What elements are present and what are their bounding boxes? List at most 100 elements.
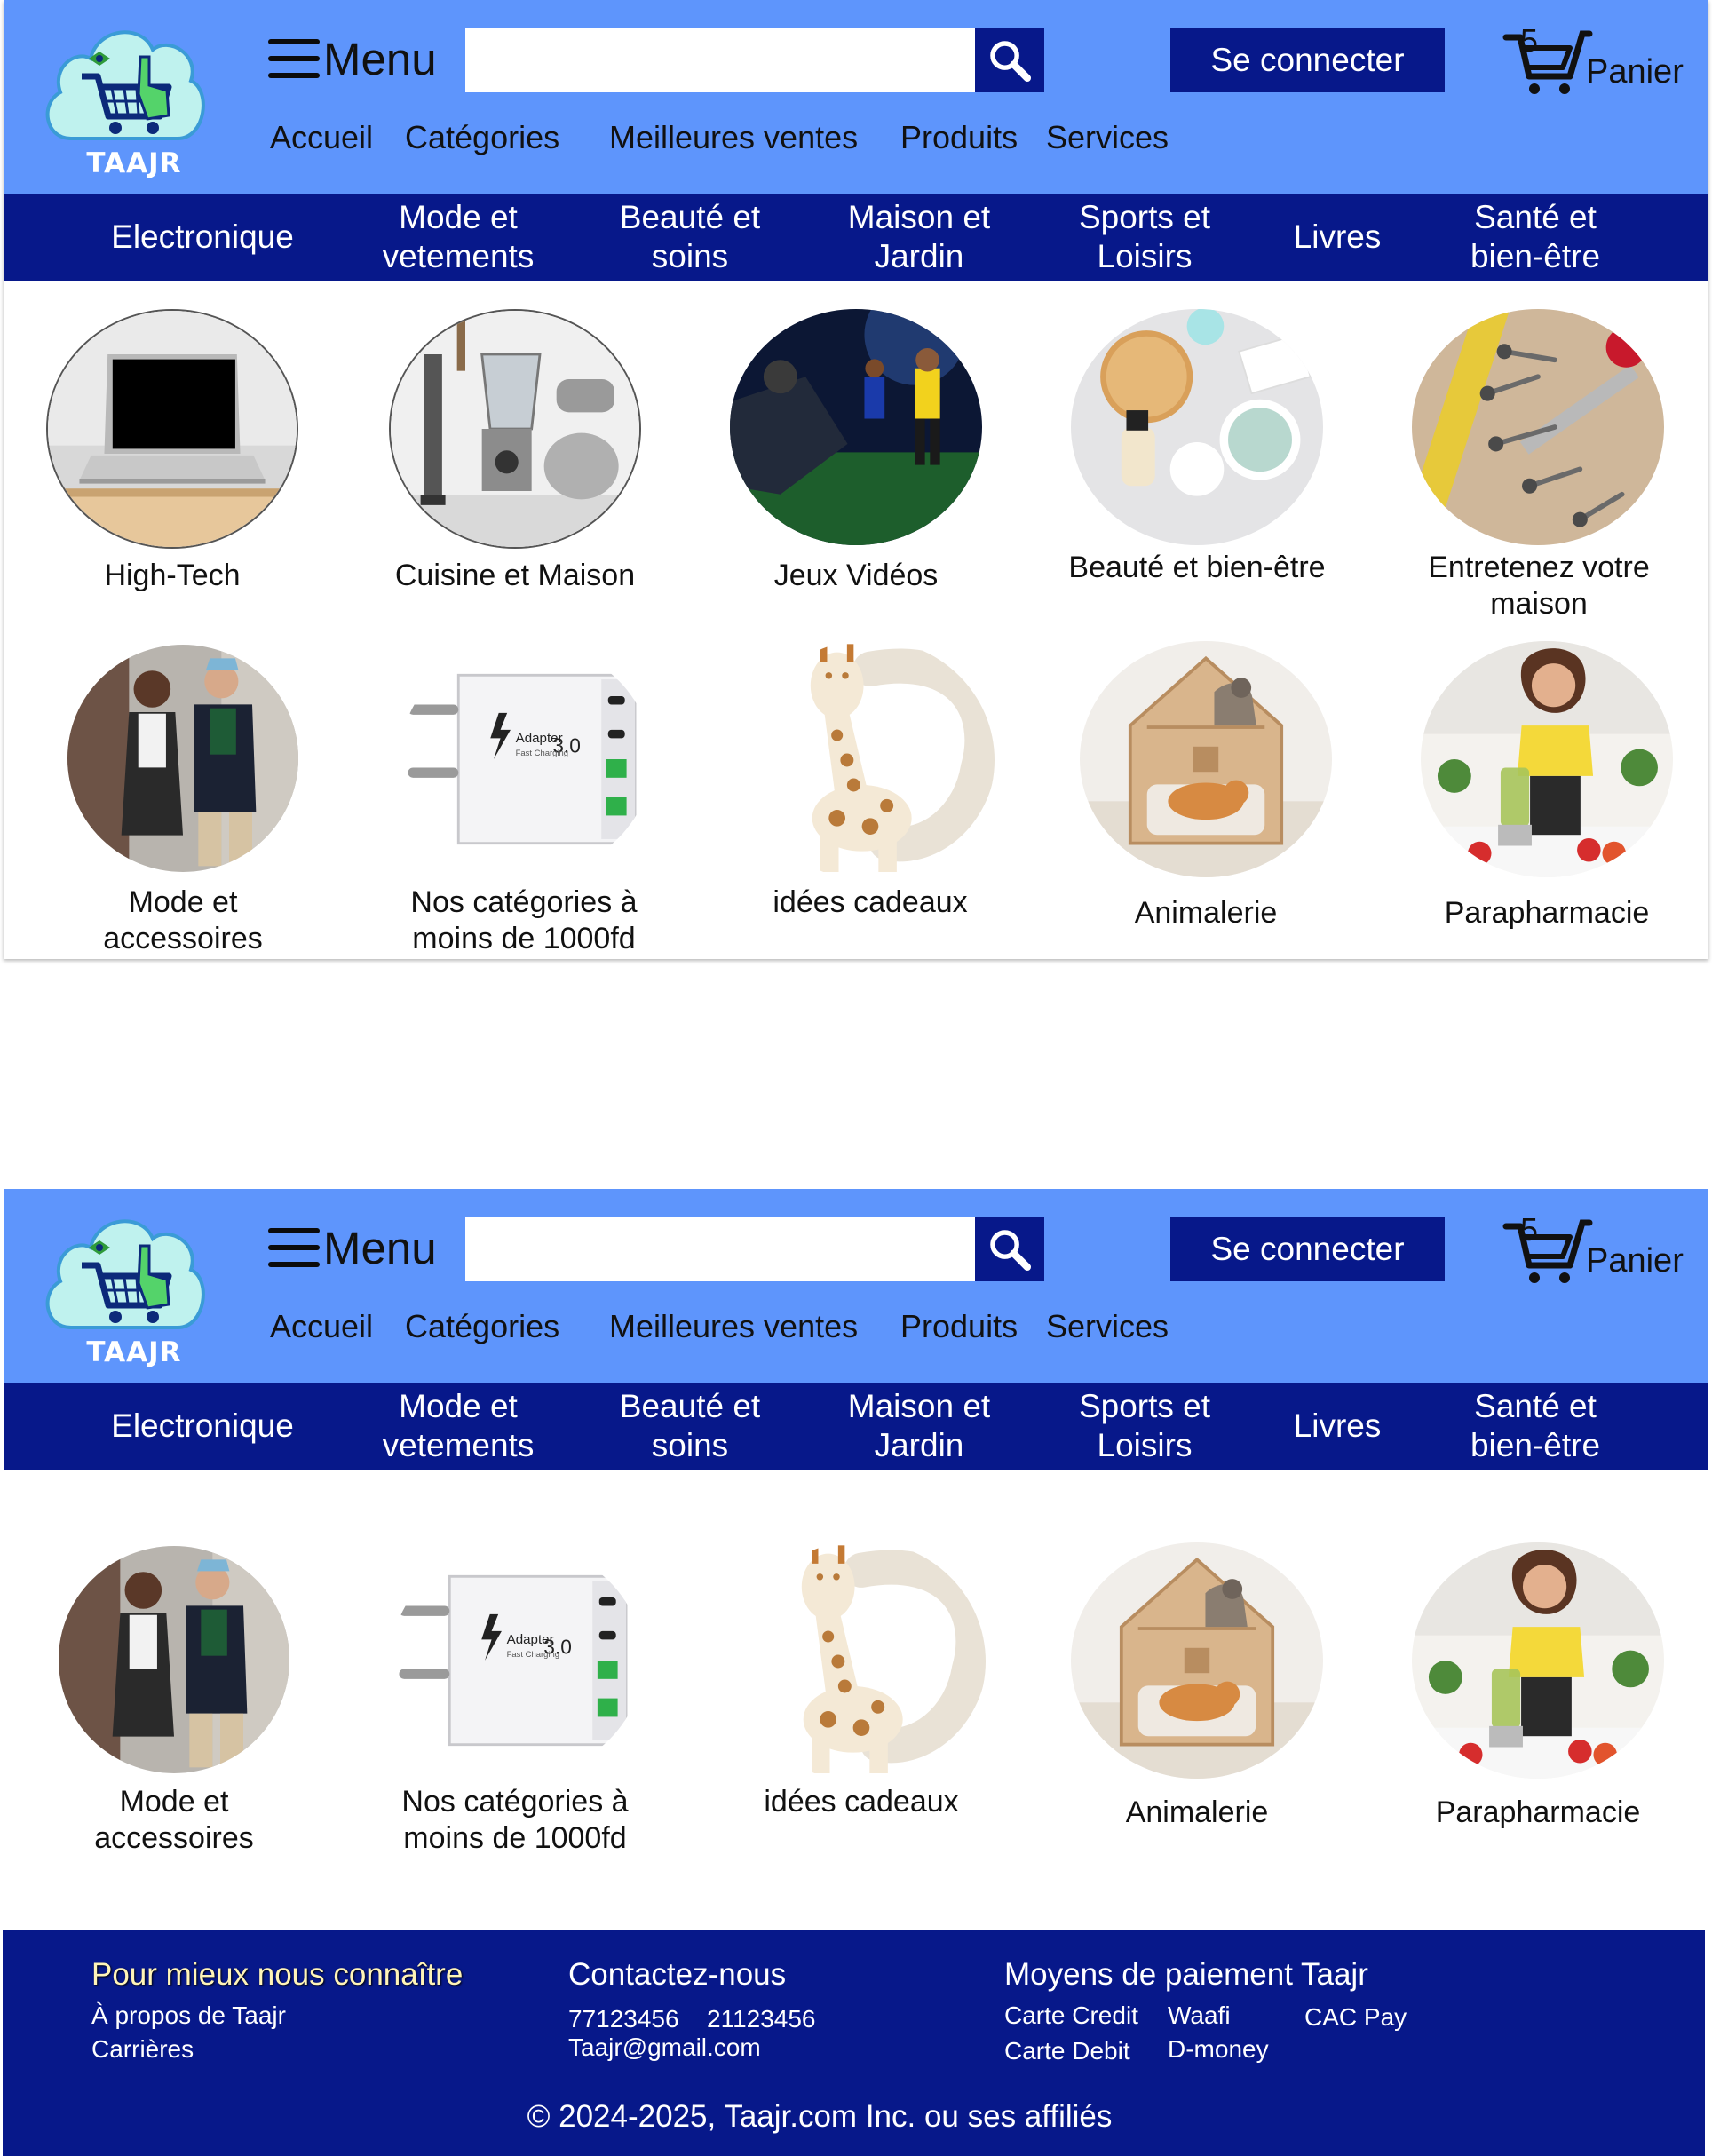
category-label-cuisine-maison[interactable]: Cuisine et Maison bbox=[382, 558, 648, 594]
category-label-parapharmacie[interactable]: Parapharmacie bbox=[1414, 895, 1680, 931]
category-mode-vetements[interactable]: Mode et vetements bbox=[361, 1383, 556, 1470]
category-maison-jardin[interactable]: Maison et Jardin bbox=[835, 194, 1003, 281]
footer-contact-title: Contactez-nous bbox=[568, 1957, 787, 1992]
nav-produits[interactable]: Produits bbox=[900, 119, 1018, 156]
category-label-mode-accessoires[interactable]: Mode et accessoires bbox=[50, 884, 316, 957]
search-input[interactable] bbox=[465, 28, 975, 92]
payment-carte-debit: Carte Debit bbox=[1004, 2037, 1130, 2065]
category-bar: Electronique Mode et vetements Beauté et… bbox=[4, 194, 1708, 281]
category-livres[interactable]: Livres bbox=[1275, 194, 1399, 281]
charger-image[interactable]: Adapter 3.0 Fast Charging bbox=[391, 1544, 643, 1777]
search-icon bbox=[984, 35, 1035, 86]
cosmetics-image[interactable] bbox=[1071, 309, 1323, 545]
category-sports-loisirs[interactable]: Sports et Loisirs bbox=[1062, 194, 1227, 281]
giraffe-toy-image[interactable] bbox=[737, 1541, 986, 1782]
menu-button[interactable]: Menu bbox=[268, 1219, 437, 1276]
category-label-idees-cadeaux[interactable]: idées cadeaux bbox=[737, 1784, 986, 1820]
category-label-parapharmacie[interactable]: Parapharmacie bbox=[1405, 1795, 1671, 1831]
category-maison-jardin[interactable]: Maison et Jardin bbox=[835, 1383, 1003, 1470]
footer-copyright: © 2024-2025, Taajr.com Inc. ou ses affil… bbox=[527, 2099, 1113, 2134]
category-label-entretenez-maison[interactable]: Entretenez votre maison bbox=[1401, 550, 1676, 622]
laptop-image[interactable] bbox=[46, 309, 298, 549]
category-electronique[interactable]: Electronique bbox=[92, 194, 313, 281]
smoothie-woman-image[interactable] bbox=[1421, 641, 1673, 877]
site-header: TAAJR Menu Se connecter 5 Panier Accueil… bbox=[4, 0, 1708, 194]
search-icon bbox=[984, 1224, 1035, 1275]
hamburger-icon bbox=[268, 1228, 320, 1267]
nav-categories[interactable]: Catégories bbox=[405, 119, 559, 156]
footer-phone-1: 77123456 bbox=[568, 2005, 679, 2033]
fashion-couple-image[interactable] bbox=[67, 645, 298, 872]
charger-image[interactable]: Adapter 3.0 Fast Charging bbox=[400, 643, 652, 876]
taajr-logo[interactable]: TAAJR bbox=[36, 1194, 213, 1372]
signin-button[interactable]: Se connecter bbox=[1170, 28, 1445, 92]
payment-carte-credit: Carte Credit bbox=[1004, 2001, 1138, 2029]
nav-accueil[interactable]: Accueil bbox=[270, 1308, 373, 1345]
nav-meilleures-ventes[interactable]: Meilleures ventes bbox=[609, 1308, 858, 1345]
search-button[interactable] bbox=[975, 1217, 1044, 1281]
category-bar: Electronique Mode et vetements Beauté et… bbox=[4, 1383, 1708, 1470]
category-label-moins-1000fd[interactable]: Nos catégories à moins de 1000fd bbox=[380, 884, 668, 957]
tools-image[interactable] bbox=[1412, 309, 1664, 545]
category-electronique[interactable]: Electronique bbox=[92, 1383, 313, 1470]
menu-label: Menu bbox=[323, 1222, 437, 1273]
category-sports-loisirs[interactable]: Sports et Loisirs bbox=[1062, 1383, 1227, 1470]
footer-link-carrieres[interactable]: Carrières bbox=[91, 2035, 194, 2064]
search-input[interactable] bbox=[465, 1217, 975, 1281]
category-label-mode-accessoires[interactable]: Mode et accessoires bbox=[41, 1784, 307, 1857]
search-button[interactable] bbox=[975, 28, 1044, 92]
giraffe-toy-image[interactable] bbox=[746, 639, 995, 881]
footer-about-title: Pour mieux nous connaître bbox=[91, 1957, 464, 1992]
category-label-animalerie[interactable]: Animalerie bbox=[1073, 895, 1339, 931]
site-header: TAAJR Menu Se connecter 5 Panier Accueil… bbox=[4, 1189, 1708, 1383]
footer-phone-2: 21123456 bbox=[707, 2005, 816, 2033]
category-sante-bien-etre[interactable]: Santé et bien-être bbox=[1451, 194, 1620, 281]
smoothie-woman-image[interactable] bbox=[1412, 1542, 1664, 1779]
charger-sub-text: Fast Charging bbox=[507, 1650, 559, 1660]
fashion-couple-image[interactable] bbox=[59, 1546, 289, 1773]
category-label-idees-cadeaux[interactable]: idées cadeaux bbox=[746, 884, 995, 921]
category-beaute-soins[interactable]: Beauté et soins bbox=[607, 1383, 773, 1470]
footer-payment-title: Moyens de paiement Taajr bbox=[1004, 1957, 1368, 1992]
nav-services[interactable]: Services bbox=[1046, 119, 1169, 156]
page-frame-home: TAAJR Menu Se connecter 5 Panier Accueil… bbox=[4, 0, 1708, 959]
cart-count: 5 bbox=[1520, 22, 1539, 59]
charger-sub-text: Fast Charging bbox=[516, 749, 568, 758]
menu-button[interactable]: Menu bbox=[268, 30, 437, 87]
category-label-jeux-videos[interactable]: Jeux Vidéos bbox=[723, 558, 989, 594]
payment-waafi: Waafi bbox=[1168, 2001, 1231, 2029]
blender-image[interactable] bbox=[389, 309, 641, 549]
nav-accueil[interactable]: Accueil bbox=[270, 119, 373, 156]
footer-link-a-propos[interactable]: À propos de Taajr bbox=[91, 2001, 286, 2030]
cart-count: 5 bbox=[1520, 1211, 1539, 1248]
category-mode-vetements[interactable]: Mode et vetements bbox=[361, 194, 556, 281]
category-livres[interactable]: Livres bbox=[1275, 1383, 1399, 1470]
category-sante-bien-etre[interactable]: Santé et bien-être bbox=[1451, 1383, 1620, 1470]
cat-house-image[interactable] bbox=[1071, 1542, 1323, 1779]
cat-house-image[interactable] bbox=[1080, 641, 1332, 877]
category-label-animalerie[interactable]: Animalerie bbox=[1064, 1795, 1330, 1831]
taajr-logo[interactable]: TAAJR bbox=[36, 5, 213, 183]
payment-d-money: D-money bbox=[1168, 2035, 1269, 2063]
menu-label: Menu bbox=[323, 33, 437, 84]
category-label-high-tech[interactable]: High-Tech bbox=[39, 558, 305, 594]
site-footer: Pour mieux nous connaître À propos de Ta… bbox=[3, 1930, 1705, 2156]
footer-email[interactable]: Taajr@gmail.com bbox=[568, 2033, 761, 2062]
cart-label[interactable]: Panier bbox=[1586, 1242, 1684, 1280]
cart-label[interactable]: Panier bbox=[1586, 53, 1684, 91]
signin-button[interactable]: Se connecter bbox=[1170, 1217, 1445, 1281]
category-label-beaute-bien-etre[interactable]: Beauté et bien-être bbox=[1064, 550, 1330, 586]
payment-cac-pay: CAC Pay bbox=[1304, 2003, 1407, 2031]
category-beaute-soins[interactable]: Beauté et soins bbox=[607, 194, 773, 281]
category-label-moins-1000fd[interactable]: Nos catégories à moins de 1000fd bbox=[371, 1784, 659, 1857]
nav-categories[interactable]: Catégories bbox=[405, 1308, 559, 1345]
nav-services[interactable]: Services bbox=[1046, 1308, 1169, 1345]
nav-meilleures-ventes[interactable]: Meilleures ventes bbox=[609, 119, 858, 156]
logo-text: TAAJR bbox=[86, 1336, 182, 1368]
video-game-image[interactable] bbox=[730, 309, 982, 545]
logo-text: TAAJR bbox=[86, 147, 182, 179]
hamburger-icon bbox=[268, 39, 320, 78]
cart-icon[interactable] bbox=[1501, 27, 1593, 98]
nav-produits[interactable]: Produits bbox=[900, 1308, 1018, 1345]
cart-icon[interactable] bbox=[1501, 1216, 1593, 1287]
